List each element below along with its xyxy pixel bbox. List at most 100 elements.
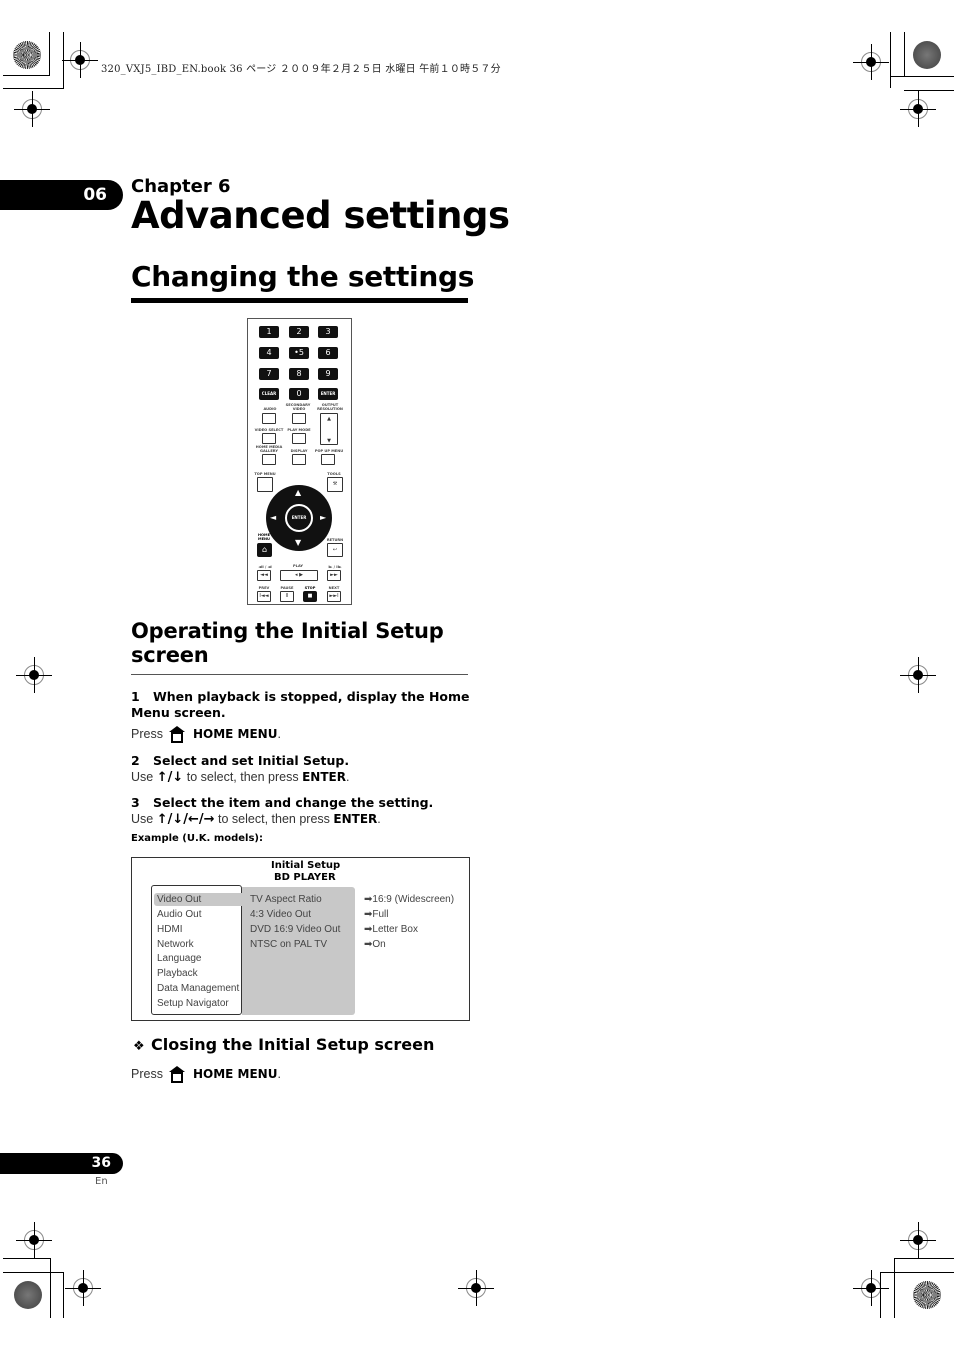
- arrow-four-way-icon: ↑/↓/←/→: [156, 812, 215, 827]
- instruction-suffix: .: [277, 1067, 281, 1081]
- registration-mark-icon: [65, 1270, 101, 1306]
- osd-subtitle: BD PLAYER: [274, 872, 336, 883]
- chapter-tab: 06: [0, 180, 123, 210]
- remote-key-8: 8: [289, 368, 309, 380]
- remote-key-0: 0: [289, 388, 309, 400]
- remote-label-stop: STOP: [304, 586, 316, 590]
- instruction-prefix: Press: [131, 727, 163, 741]
- registration-mark-icon: [16, 657, 52, 693]
- page-language: En: [95, 1176, 108, 1187]
- remote-label-home-menu: HOME MENU: [257, 533, 271, 541]
- remote-label-return: RETURN: [326, 538, 344, 542]
- instruction-suffix: .: [345, 770, 350, 784]
- remote-label-top-menu: TOP MENU: [254, 472, 276, 476]
- osd-menu-item: Playback: [157, 968, 198, 979]
- crop-line: [63, 1272, 64, 1318]
- crop-line: [904, 32, 905, 76]
- instruction-key: HOME MENU: [192, 727, 278, 741]
- fast-forward-icon: ►►: [327, 570, 341, 581]
- osd-setting-item: TV Aspect Ratio: [250, 894, 322, 905]
- arrow-down-icon: ▼: [295, 538, 302, 547]
- remote-popup-menu-button: [321, 454, 335, 465]
- instruction-key: HOME MENU: [192, 1067, 278, 1081]
- section-title: Changing the settings: [131, 260, 475, 293]
- osd-setting-item: NTSC on PAL TV: [250, 939, 328, 950]
- remote-key-clear: CLEAR: [259, 388, 279, 400]
- remote-audio-button: [262, 413, 276, 424]
- remote-dpad: ▲ ▼ ◄ ► ENTER: [266, 485, 332, 551]
- previous-icon: I◄◄: [257, 591, 271, 602]
- closing-instruction: Press HOME MENU.: [131, 1066, 281, 1083]
- instruction-suffix: .: [277, 727, 281, 741]
- crop-line: [880, 1272, 954, 1273]
- remote-home-media-gallery-button: [262, 454, 276, 465]
- osd-setting-value: ➡On: [364, 939, 386, 950]
- crop-line: [890, 76, 954, 77]
- step-text: Select the item and change the setting.: [153, 795, 434, 810]
- wrench-icon: ⚒: [327, 477, 343, 492]
- remote-top-menu-button: [257, 477, 273, 492]
- crop-line: [904, 90, 954, 91]
- remote-key-5: •5: [289, 347, 309, 359]
- registration-mark-icon: [900, 1222, 936, 1258]
- step-number: 2: [131, 753, 140, 768]
- instruction-suffix: .: [377, 812, 381, 826]
- stop-icon: ■: [303, 591, 317, 602]
- remote-label-display: DISPLAY: [290, 449, 308, 453]
- remote-label-home-media-gallery: HOME MEDIA GALLERY: [255, 445, 283, 453]
- step-text: Select and set Initial Setup.: [153, 753, 350, 768]
- subsection-rule: [131, 674, 468, 675]
- home-icon: ⌂: [257, 543, 272, 557]
- instruction-middle: to select, then press: [218, 812, 330, 826]
- closing-heading: ❖ Closing the Initial Setup screen: [133, 1035, 434, 1054]
- print-header: 320_VXJ5_IBD_EN.book 36 ページ ２００９年２月２５日 水…: [101, 64, 501, 75]
- osd-title: Initial Setup: [271, 860, 341, 871]
- step-1-heading: 1 When playback is stopped, display the H…: [131, 689, 471, 721]
- remote-key-7: 7: [259, 368, 279, 380]
- chapter-title: Advanced settings: [131, 194, 510, 237]
- osd-setting-value: ➡Letter Box: [364, 924, 418, 935]
- arrow-up-icon: ▲: [295, 488, 302, 497]
- next-icon: ►►I: [327, 591, 341, 602]
- remote-control-illustration: 1 2 3 4 •5 6 7 8 9 CLEAR 0 ENTER SECONDA…: [247, 318, 352, 605]
- instruction-prefix: Use: [131, 812, 154, 826]
- osd-setting-value: ➡Full: [364, 909, 389, 920]
- return-icon: ↩: [327, 543, 343, 557]
- instruction-key: ENTER: [302, 770, 346, 784]
- osd-menu-item: Video Out: [157, 894, 202, 905]
- osd-menu-item: Audio Out: [157, 909, 202, 920]
- registration-mark-icon: [16, 1222, 52, 1258]
- registration-mark-icon: [853, 1270, 889, 1306]
- instruction-prefix: Press: [131, 1067, 163, 1081]
- remote-play-mode-button: [292, 433, 306, 444]
- play-icon: ◂ ▶: [280, 570, 318, 581]
- subsection-title: Operating the Initial Setup screen: [131, 619, 444, 667]
- crop-line: [894, 1258, 954, 1259]
- crop-line: [890, 32, 891, 88]
- instruction-middle: to select, then press: [186, 770, 299, 784]
- pause-icon: II: [280, 591, 294, 602]
- osd-setting-value: ➡16:9 (Widescreen): [364, 894, 455, 905]
- step-3-instruction: Use ↑/↓/←/→ to select, then press ENTER.: [131, 811, 381, 828]
- step-text: When playback is stopped, display the Ho…: [131, 689, 470, 720]
- remote-label-pause: PAUSE: [280, 586, 294, 590]
- instruction-prefix: Use: [131, 770, 154, 784]
- osd-menu-item: Setup Navigator: [157, 998, 229, 1009]
- osd-menu-item: Network: [157, 939, 194, 950]
- remote-label-audio: AUDIO: [263, 407, 277, 411]
- crop-line: [880, 1272, 881, 1318]
- step-2-instruction: Use ↑/↓ to select, then press ENTER.: [131, 769, 349, 786]
- arrow-up-down-icon: ↑/↓: [156, 770, 184, 785]
- crop-line: [894, 1258, 895, 1318]
- registration-mark-icon: [458, 1270, 494, 1306]
- remote-label-play-mode: PLAY MODE: [287, 428, 311, 432]
- remote-label-popup-menu: POP UP MENU: [314, 449, 344, 453]
- step-2-heading: 2 Select and set Initial Setup.: [131, 753, 471, 769]
- remote-display-button: [292, 454, 306, 465]
- remote-label-video-select: VIDEO SELECT: [254, 428, 284, 432]
- remote-key-1: 1: [259, 326, 279, 338]
- remote-label-video: VIDEO: [292, 407, 306, 411]
- remote-label-tools: TOOLS: [327, 472, 341, 476]
- remote-label-play: PLAY: [293, 564, 303, 568]
- color-target-icon: [913, 41, 941, 69]
